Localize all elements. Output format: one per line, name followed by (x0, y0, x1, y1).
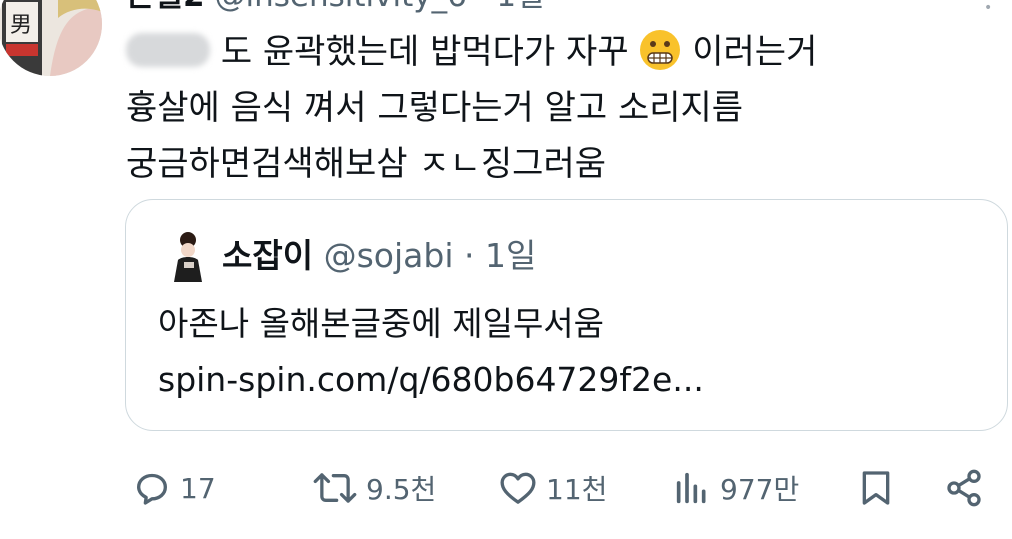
quote-link[interactable]: spin-spin.com/q/680b64729f2e... (158, 352, 704, 408)
reply-count: 17 (180, 471, 216, 505)
reply-icon (137, 473, 167, 505)
author-avatar[interactable]: 男 (0, 0, 102, 76)
retweet-button[interactable]: 9.5천 (312, 456, 436, 520)
quote-text: 아존나 올해본글중에 제일무서움 (158, 304, 605, 343)
like-count: 11천 (546, 473, 608, 506)
reply-button[interactable]: 17 (132, 456, 216, 520)
share-button[interactable] (944, 456, 984, 520)
quote-header: 소잡이 @sojabi · 1일 (222, 234, 536, 278)
quoted-tweet-card[interactable]: 소잡이 @sojabi · 1일 아존나 올해본글중에 제일무서움 spin-s… (125, 199, 1008, 431)
grimacing-face-emoji (639, 29, 681, 71)
like-button[interactable]: 11천 (498, 456, 607, 520)
tweet-actions-bar: 17 9.5천 11천 977만 (0, 456, 1012, 520)
retweet-icon (313, 473, 357, 503)
bookmark-icon (862, 471, 890, 505)
heart-icon (500, 472, 536, 504)
tweet-header: 은월2 @insensitivity_6 · 1일 (126, 0, 545, 14)
views-count: 977만 (720, 473, 800, 506)
author-name[interactable]: 은월2 (126, 0, 205, 14)
tweet-text: 도 윤곽했는데 밥먹다가 자꾸 이러는거 흉살에 음식 껴서 그렇다는거 알고 … (126, 24, 986, 192)
retweet-count: 9.5천 (366, 473, 437, 506)
quote-author-handle[interactable]: @sojabi · 1일 (324, 236, 537, 275)
tweet-line-1-tail: 이러는거 (692, 32, 818, 72)
views-chart-icon (676, 472, 706, 504)
quote-author-name[interactable]: 소잡이 (222, 236, 313, 275)
tweet-line-3: 궁금하면검색해보삼 ㅈㄴ징그러움 (126, 144, 607, 184)
tweet-line-2: 흉살에 음식 껴서 그렇다는거 알고 소리지름 (126, 88, 744, 128)
quote-author-avatar[interactable] (164, 230, 208, 282)
svg-text:男: 男 (10, 13, 32, 38)
avatar-image: 男 (0, 0, 102, 76)
quote-body: 아존나 올해본글중에 제일무서움 spin-spin.com/q/680b647… (158, 296, 704, 408)
views-button[interactable]: 977만 (672, 456, 799, 520)
tweet-line-1-text: 도 윤곽했는데 밥먹다가 자꾸 (220, 32, 629, 72)
more-options-icon[interactable]: • (984, 0, 992, 16)
redacted-blur (126, 33, 210, 67)
bookmark-button[interactable] (856, 456, 896, 520)
share-icon (947, 469, 981, 507)
quote-avatar-image (164, 230, 208, 282)
author-handle[interactable]: @insensitivity_6 · 1일 (214, 0, 544, 14)
tweet-line-1: 도 윤곽했는데 밥먹다가 자꾸 이러는거 (126, 24, 986, 80)
